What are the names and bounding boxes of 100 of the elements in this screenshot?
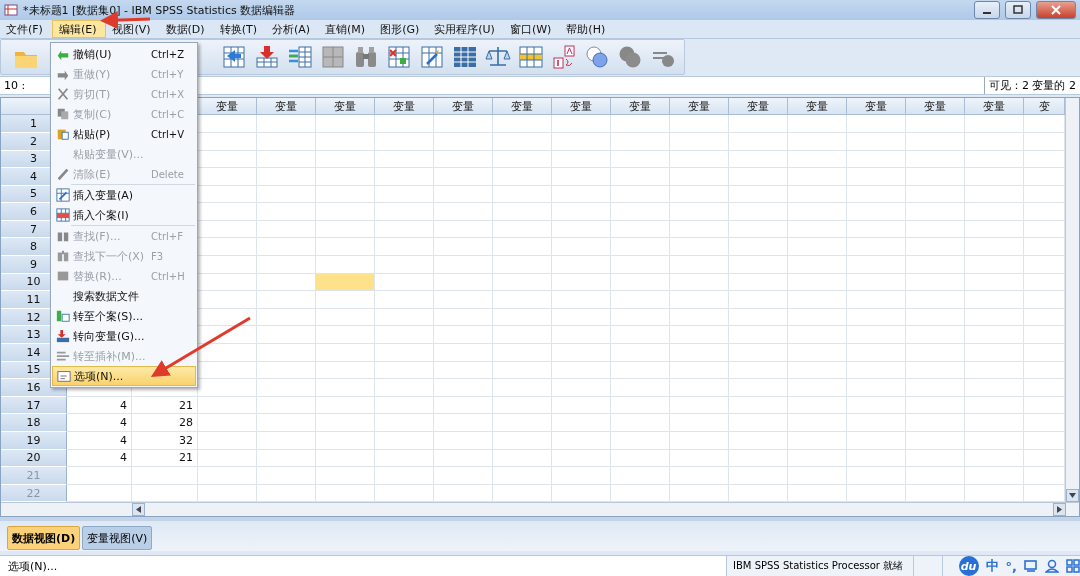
table-cell [434,150,493,169]
menu-item[interactable]: 文件(F) [0,20,52,39]
table-cell [965,396,1024,415]
table-cell [788,150,847,169]
table-cell [906,256,965,274]
table-cell [493,132,552,151]
view-tab[interactable]: 变量视图(V) [82,526,153,551]
table-cell [788,115,847,133]
column-header[interactable]: 变量 [375,97,434,116]
column-header[interactable]: 变量 [788,97,847,116]
table-cell [906,115,965,133]
column-header[interactable]: 变量 [434,97,493,116]
table-cell [788,467,847,485]
table-cell [611,361,670,380]
table-cell: 4 [67,432,132,450]
column-header[interactable]: 变量 [847,97,906,116]
menu-item[interactable]: 撤销(U) Ctrl+Z [52,44,196,64]
go-to-case-icon[interactable] [221,44,247,71]
table-cell [847,238,906,257]
go-to-case-icon [56,309,70,323]
table-cell [257,220,316,239]
table-cell [965,326,1024,345]
table-cell [611,132,670,151]
table-cell [493,449,552,468]
row-number[interactable]: 19 [1,432,67,450]
column-header[interactable]: 变 [1024,97,1065,116]
table-cell [729,168,788,186]
table-cell [670,168,729,186]
menu-item[interactable]: 窗口(W) [503,20,561,39]
scroll-right-button[interactable] [1053,503,1066,517]
menu-item[interactable]: 选项(N)... [52,366,196,386]
table-cell [906,344,965,362]
table-cell [198,414,257,432]
table-cell [906,432,965,450]
table-cell [906,203,965,221]
column-header[interactable]: 变量 [552,97,611,116]
ime-mode-button[interactable]: 中 [985,557,999,575]
table-cell [552,449,611,468]
table-cell [375,203,434,221]
table-cell [493,379,552,397]
column-header[interactable]: 变量 [965,97,1024,116]
menu-item[interactable]: 图形(G) [374,20,429,39]
menu-item[interactable]: 实用程序(U) [428,20,504,39]
table-cell [847,467,906,485]
insert-variable-icon[interactable] [419,44,445,71]
table-cell [434,256,493,274]
menu-item[interactable]: 转换(T) [213,20,266,39]
grid-icon[interactable] [320,44,346,71]
ime-punctuation-button[interactable]: °, [1005,558,1017,574]
go-to-variable-icon[interactable] [254,44,280,71]
close-button[interactable] [1036,1,1076,20]
table-cell [965,344,1024,362]
menu-item[interactable]: 数据(D) [159,20,214,39]
column-header[interactable]: 变量 [670,97,729,116]
minimize-button[interactable] [974,1,1000,20]
menu-item[interactable]: 编辑(E) [51,20,107,39]
menu-item[interactable]: 帮助(H) [560,20,615,39]
row-number[interactable]: 18 [1,414,67,432]
table-cell: 4 [67,449,132,468]
view-tab[interactable]: 数据视图(D) [7,526,81,551]
menu-item[interactable]: 直销(M) [319,20,375,39]
ime-logo[interactable]: du [958,556,979,576]
maximize-button[interactable] [1005,1,1031,20]
circles-icon[interactable] [584,44,610,71]
column-header[interactable]: 变量 [198,97,257,116]
value-labels-icon[interactable] [551,44,577,71]
insert-cases-icon[interactable] [386,44,412,71]
table-cell [729,256,788,274]
column-header[interactable]: 变量 [906,97,965,116]
table-cell [906,168,965,186]
table-cell [670,344,729,362]
table-cell: 28 [132,414,198,432]
table-cell [257,414,316,432]
table-cell [965,449,1024,468]
grid-menu-icon[interactable] [1066,559,1080,573]
user-icon[interactable] [1045,559,1059,573]
column-header[interactable]: 变量 [729,97,788,116]
table-cell [611,291,670,309]
table-cell [375,432,434,450]
table-cell [788,308,847,327]
scroll-left-button[interactable] [132,503,145,517]
table-cell [552,168,611,186]
keyboard-icon[interactable] [1024,559,1038,573]
table-cell [375,238,434,257]
table-cell [375,132,434,151]
variables-icon[interactable] [287,44,313,71]
table-cell [493,220,552,239]
table-cell [729,238,788,257]
app-icon [4,3,18,18]
column-header[interactable]: 变量 [611,97,670,116]
column-header[interactable]: 变量 [257,97,316,116]
scroll-down-button[interactable] [1066,489,1079,503]
menu-item[interactable]: 分析(A) [265,20,320,39]
column-header[interactable]: 变量 [493,97,552,116]
table-cell [257,432,316,450]
select-cases-icon[interactable] [518,44,544,71]
scissors-icon [56,87,70,101]
table-cell [906,291,965,309]
column-header[interactable]: 变量 [316,97,375,116]
table-cell [434,467,493,485]
